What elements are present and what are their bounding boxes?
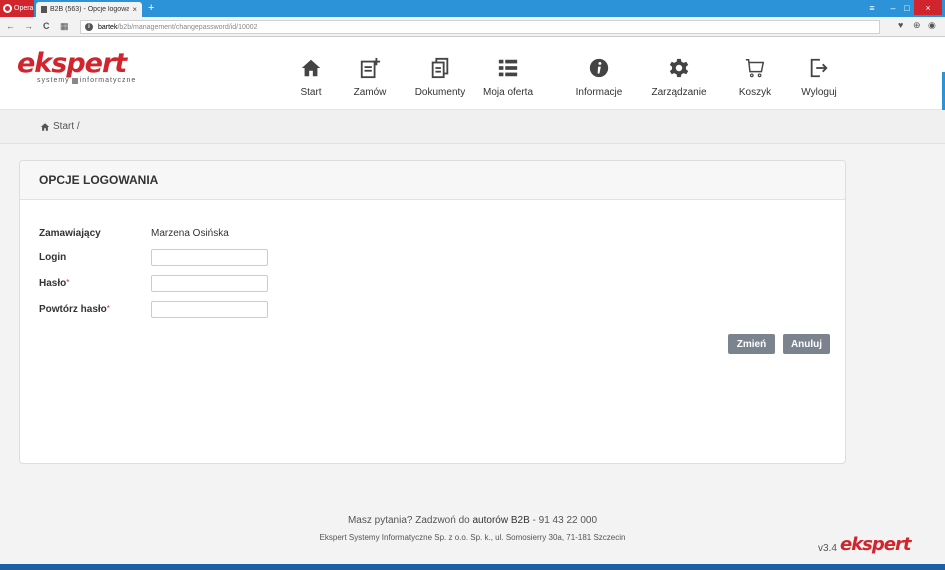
opera-label: Opera (14, 5, 34, 12)
logo-text: ekspert (17, 48, 127, 79)
document-icon (41, 6, 47, 13)
url-host: bartek (98, 23, 118, 31)
nav-cart[interactable]: Koszyk (735, 37, 775, 110)
opera-menu-button[interactable]: Opera (0, 0, 34, 17)
site-info-icon[interactable]: i (85, 23, 93, 31)
ordering-row: Zamawiający Marzena Osińska (39, 228, 229, 239)
logout-icon (810, 58, 828, 78)
nav-label: Wyloguj (801, 87, 837, 98)
ordering-label: Zamawiający (39, 228, 101, 239)
documents-icon (431, 57, 449, 79)
account-icon[interactable]: ◉ (928, 20, 936, 31)
nav-order[interactable]: Zamów (350, 37, 390, 110)
ekspert-logo[interactable]: ekspert systemy informatyczne (17, 48, 136, 84)
login-options-panel: OPCJE LOGOWANIA Zamawiający Marzena Osiń… (19, 160, 846, 464)
password-input[interactable] (151, 275, 268, 292)
password-row: Hasło* (39, 275, 268, 292)
tab-title: B2B (563) - Opcje logowani (50, 6, 130, 13)
change-button[interactable]: Zmień (728, 334, 775, 354)
window-minimize-button[interactable]: – (886, 0, 900, 15)
nav-label: Start (300, 87, 322, 98)
browser-tab[interactable]: B2B (563) - Opcje logowani × (36, 2, 142, 17)
nav-management[interactable]: Zarządzanie (647, 37, 711, 110)
required-mark: * (106, 304, 110, 313)
home-icon (301, 59, 321, 77)
os-taskbar (0, 564, 945, 570)
url-input[interactable]: i bartek/b2b/management/changepassword/i… (80, 20, 880, 34)
window-menu-icon[interactable]: ≡ (864, 0, 880, 15)
info-icon (589, 58, 609, 78)
logo-square-icon (71, 77, 78, 84)
nav-label: Zarządzanie (651, 87, 707, 98)
repeat-password-label: Powtórz hasło* (39, 304, 110, 315)
tab-close-icon[interactable]: × (132, 5, 137, 14)
site-header: ekspert systemy informatyczne Start Zamó… (0, 37, 945, 110)
password-label: Hasło* (39, 278, 70, 289)
reload-icon[interactable]: C (43, 20, 50, 32)
speed-dial-icon[interactable]: ▦ (60, 20, 69, 32)
nav-label: Koszyk (738, 87, 772, 98)
nav-label: Dokumenty (414, 87, 466, 98)
panel-title: OPCJE LOGOWANIA (20, 161, 845, 200)
heart-icon[interactable]: ♥ (898, 20, 903, 30)
download-icon[interactable]: ⊕ (913, 20, 921, 31)
opera-logo-icon (3, 4, 12, 13)
cancel-button[interactable]: Anuluj (783, 334, 830, 354)
nav-label: Informacje (575, 87, 623, 98)
forward-icon[interactable]: → (24, 20, 33, 32)
nav-start[interactable]: Start (296, 37, 326, 110)
login-row: Login (39, 249, 268, 266)
logo-subtitle: systemy informatyczne (37, 77, 136, 84)
nav-information[interactable]: Informacje (573, 37, 625, 110)
repeat-password-row: Powtórz hasło* (39, 301, 268, 318)
home-icon (40, 122, 50, 131)
nav-my-offer[interactable]: Moja oferta (480, 37, 536, 110)
ordering-value: Marzena Osińska (151, 228, 229, 239)
url-path: /b2b/management/changepassword/id/10002 (117, 23, 258, 31)
footer-address: Ekspert Systemy Informatyczne Sp. z o.o.… (319, 533, 626, 542)
logo-sub-1: systemy (37, 77, 70, 84)
nav-documents[interactable]: Dokumenty (412, 37, 468, 110)
nav-label: Moja oferta (482, 87, 534, 98)
logo-sub-2: informatyczne (79, 77, 137, 84)
login-input[interactable] (151, 249, 268, 266)
browser-tab-bar: Opera B2B (563) - Opcje logowani × + ≡ –… (0, 0, 945, 17)
new-tab-button[interactable]: + (148, 2, 154, 14)
login-label: Login (39, 252, 67, 263)
breadcrumb: Start / (0, 110, 945, 144)
gear-icon (669, 58, 689, 78)
footer-authors-link[interactable]: autorów B2B (472, 515, 529, 526)
version-label: v3.4 (818, 543, 837, 554)
list-icon (498, 59, 518, 77)
browser-address-bar: ← → C ▦ i bartek/b2b/management/changepa… (0, 17, 945, 37)
breadcrumb-start-link[interactable]: Start / (53, 121, 80, 132)
repeat-password-input[interactable] (151, 301, 268, 318)
back-icon[interactable]: ← (6, 20, 15, 32)
nav-label: Zamów (353, 87, 387, 98)
window-maximize-button[interactable]: □ (900, 0, 914, 15)
footer-question: Masz pytania? Zadzwoń do autorów B2B - 9… (347, 515, 598, 526)
footer-logo[interactable]: ekspert (840, 534, 911, 555)
cart-icon (745, 59, 765, 78)
nav-logout[interactable]: Wyloguj (799, 37, 839, 110)
window-close-button[interactable]: × (914, 0, 942, 15)
required-mark: * (66, 278, 70, 287)
order-add-icon (360, 57, 381, 79)
